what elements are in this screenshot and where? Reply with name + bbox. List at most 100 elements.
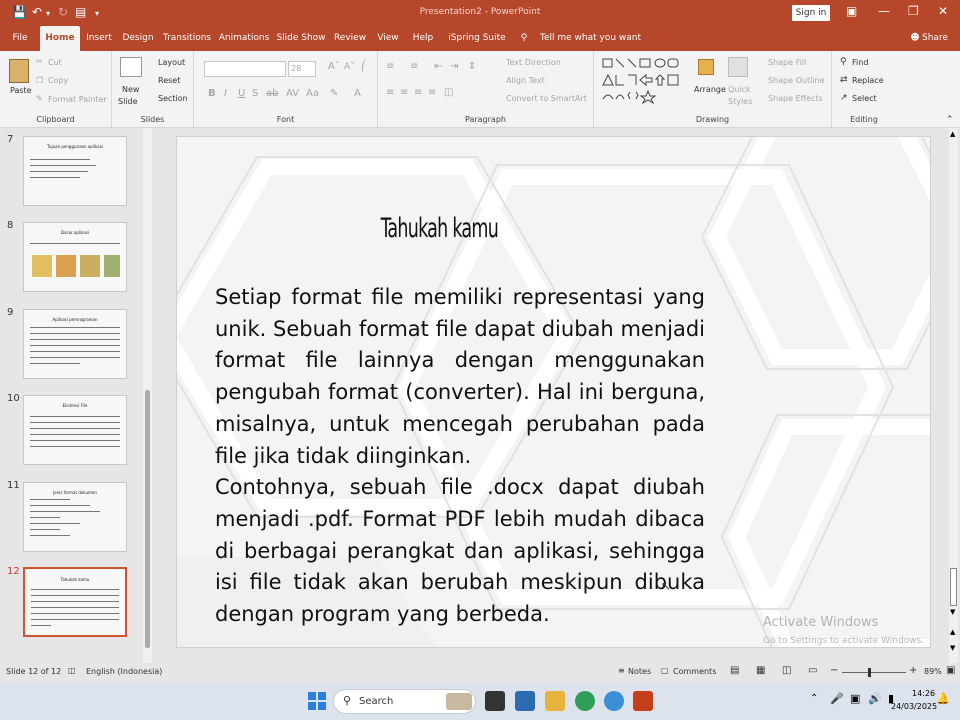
powerpoint-taskbar-icon[interactable] (633, 691, 653, 711)
file-explorer-icon[interactable] (545, 691, 565, 711)
notification-bell-icon[interactable]: 🔔 (936, 692, 950, 705)
shapes-gallery[interactable] (600, 55, 688, 105)
zoom-out-icon[interactable]: − (830, 665, 838, 676)
collapse-ribbon-icon[interactable]: ⌃ (946, 115, 954, 125)
new-slide-icon[interactable] (120, 57, 142, 77)
share-button[interactable]: Share (922, 26, 948, 51)
volume-icon[interactable]: 🔊 (868, 692, 882, 705)
sign-in-button[interactable]: Sign in (792, 5, 830, 21)
columns-icon[interactable]: ◫ (444, 87, 453, 98)
slide-canvas[interactable]: Tahukah kamu Setiap format file memiliki… (176, 136, 931, 648)
next-slide-icon[interactable]: ▼ (950, 644, 955, 652)
font-color-icon[interactable]: A (354, 88, 361, 99)
shape-effects-button[interactable]: Shape Effects (768, 94, 823, 103)
thumbnail-scrollbar[interactable] (143, 128, 152, 663)
slide-title[interactable]: Tahukah kamu (250, 213, 628, 244)
underline-icon[interactable]: U (238, 88, 245, 99)
scroll-up-icon[interactable]: ▲ (950, 130, 955, 138)
hidden-icons-chevron[interactable]: ⌃ (810, 693, 818, 704)
slide-thumbnail-12[interactable]: Tahukah kamu (23, 567, 127, 637)
comments-button[interactable]: Comments (673, 667, 716, 676)
fit-to-window-icon[interactable]: ▣ (946, 665, 955, 676)
zoom-slider[interactable] (842, 672, 906, 673)
find-button[interactable]: Find (852, 58, 868, 67)
new-slide-button[interactable]: New (122, 85, 139, 94)
bold-icon[interactable]: B (208, 88, 216, 99)
microsoft-store-icon[interactable] (515, 691, 535, 711)
zoom-in-icon[interactable]: + (909, 665, 917, 676)
slide-scroll-thumb[interactable] (950, 568, 957, 606)
reading-view-icon[interactable]: ◫ (782, 665, 791, 676)
chrome-icon[interactable] (604, 691, 624, 711)
highlight-icon[interactable]: ✎ (330, 88, 338, 99)
copy-button[interactable]: Copy (48, 76, 68, 85)
tab-transitions[interactable]: Transitions (162, 26, 212, 51)
tab-ispring[interactable]: iSpring Suite 11 (444, 26, 510, 68)
slide-thumbnail-8[interactable]: Dasar aplikasi (23, 222, 127, 292)
taskbar-search[interactable]: ⚲ Search (333, 689, 476, 714)
slide-thumbnail-7[interactable]: Tujuan penggunaan aplikasi (23, 136, 127, 206)
slide-thumbnail-10[interactable]: Ekstensi File (23, 395, 127, 465)
increase-indent-icon[interactable]: ⇥ (450, 61, 458, 72)
section-button[interactable]: Section (158, 94, 188, 103)
align-text-button[interactable]: Align Text (506, 76, 545, 85)
format-painter-icon[interactable]: ✎ (36, 94, 43, 103)
shadow-icon[interactable]: S (252, 88, 258, 99)
tab-animations[interactable]: Animations (218, 26, 270, 51)
restore-button[interactable]: ❐ (908, 4, 919, 18)
convert-smartart-button[interactable]: Convert to SmartArt (506, 94, 587, 103)
microphone-icon[interactable]: 🎤 (830, 692, 844, 705)
tab-file[interactable]: File (6, 26, 34, 51)
bullets-icon[interactable]: ≡ (386, 61, 394, 72)
language-indicator[interactable]: English (Indonesia) (86, 667, 162, 676)
shape-fill-button[interactable]: Shape Fill (768, 58, 806, 67)
task-view-icon[interactable] (485, 691, 505, 711)
increase-font-icon[interactable]: Aˆ (328, 61, 340, 72)
format-painter-button[interactable]: Format Painter (48, 95, 107, 104)
slide-body-text[interactable]: Setiap format file memiliki representasi… (215, 282, 705, 631)
cut-button[interactable]: Cut (48, 58, 62, 67)
previous-slide-icon[interactable]: ▲ (950, 628, 955, 636)
zoom-slider-thumb[interactable] (868, 668, 871, 677)
windows-start-icon[interactable] (307, 691, 327, 711)
decrease-font-icon[interactable]: Aˇ (344, 62, 355, 72)
font-size-combo[interactable]: 28 (288, 61, 316, 77)
arrange-icon[interactable] (698, 59, 714, 75)
tab-design[interactable]: Design (120, 26, 156, 51)
layout-button[interactable]: Layout (158, 58, 185, 67)
select-button[interactable]: Select (852, 94, 877, 103)
clear-formatting-icon[interactable]: ⎛ (361, 61, 366, 72)
font-name-combo[interactable] (204, 61, 286, 77)
minimize-button[interactable]: — (878, 4, 890, 18)
clock-time[interactable]: 14:26 (912, 689, 935, 698)
strikethrough-icon[interactable]: ab (266, 88, 278, 99)
tab-insert[interactable]: Insert (84, 26, 114, 51)
ribbon-display-icon[interactable]: ▣ (846, 4, 857, 18)
numbering-icon[interactable]: ≡ (410, 61, 418, 72)
slide-thumbnail-11[interactable]: Jenis format dokumen (23, 482, 127, 552)
change-case-icon[interactable]: Aa (306, 88, 319, 99)
quick-styles-icon[interactable] (728, 57, 748, 77)
paste-icon[interactable] (9, 59, 29, 83)
align-right-icon[interactable]: ≡ (414, 87, 422, 98)
copy-icon[interactable]: ❐ (36, 76, 43, 85)
slide-show-icon[interactable]: ▭ (808, 665, 817, 676)
slide-thumbnail-9[interactable]: Aplikasi pemrograman (23, 309, 127, 379)
thumbnail-scroll-thumb[interactable] (145, 390, 150, 648)
chrome-profile-icon[interactable] (575, 691, 595, 711)
replace-button[interactable]: Replace (852, 76, 884, 85)
arrange-button[interactable]: Arrange (694, 85, 726, 94)
notes-button[interactable]: Notes (628, 667, 651, 676)
justify-icon[interactable]: ≡ (428, 87, 436, 98)
tab-review[interactable]: Review (332, 26, 368, 51)
tell-me-search[interactable]: Tell me what you want to do (540, 26, 644, 68)
network-icon[interactable]: ▣ (850, 692, 860, 705)
italic-icon[interactable]: I (224, 88, 227, 99)
tab-help[interactable]: Help (408, 26, 438, 51)
tab-home[interactable]: Home (40, 26, 80, 51)
decrease-indent-icon[interactable]: ⇤ (434, 61, 442, 72)
shape-outline-button[interactable]: Shape Outline (768, 76, 825, 85)
normal-view-icon[interactable]: ▤ (730, 665, 739, 676)
character-spacing-icon[interactable]: AV (286, 88, 299, 99)
reset-button[interactable]: Reset (158, 76, 180, 85)
